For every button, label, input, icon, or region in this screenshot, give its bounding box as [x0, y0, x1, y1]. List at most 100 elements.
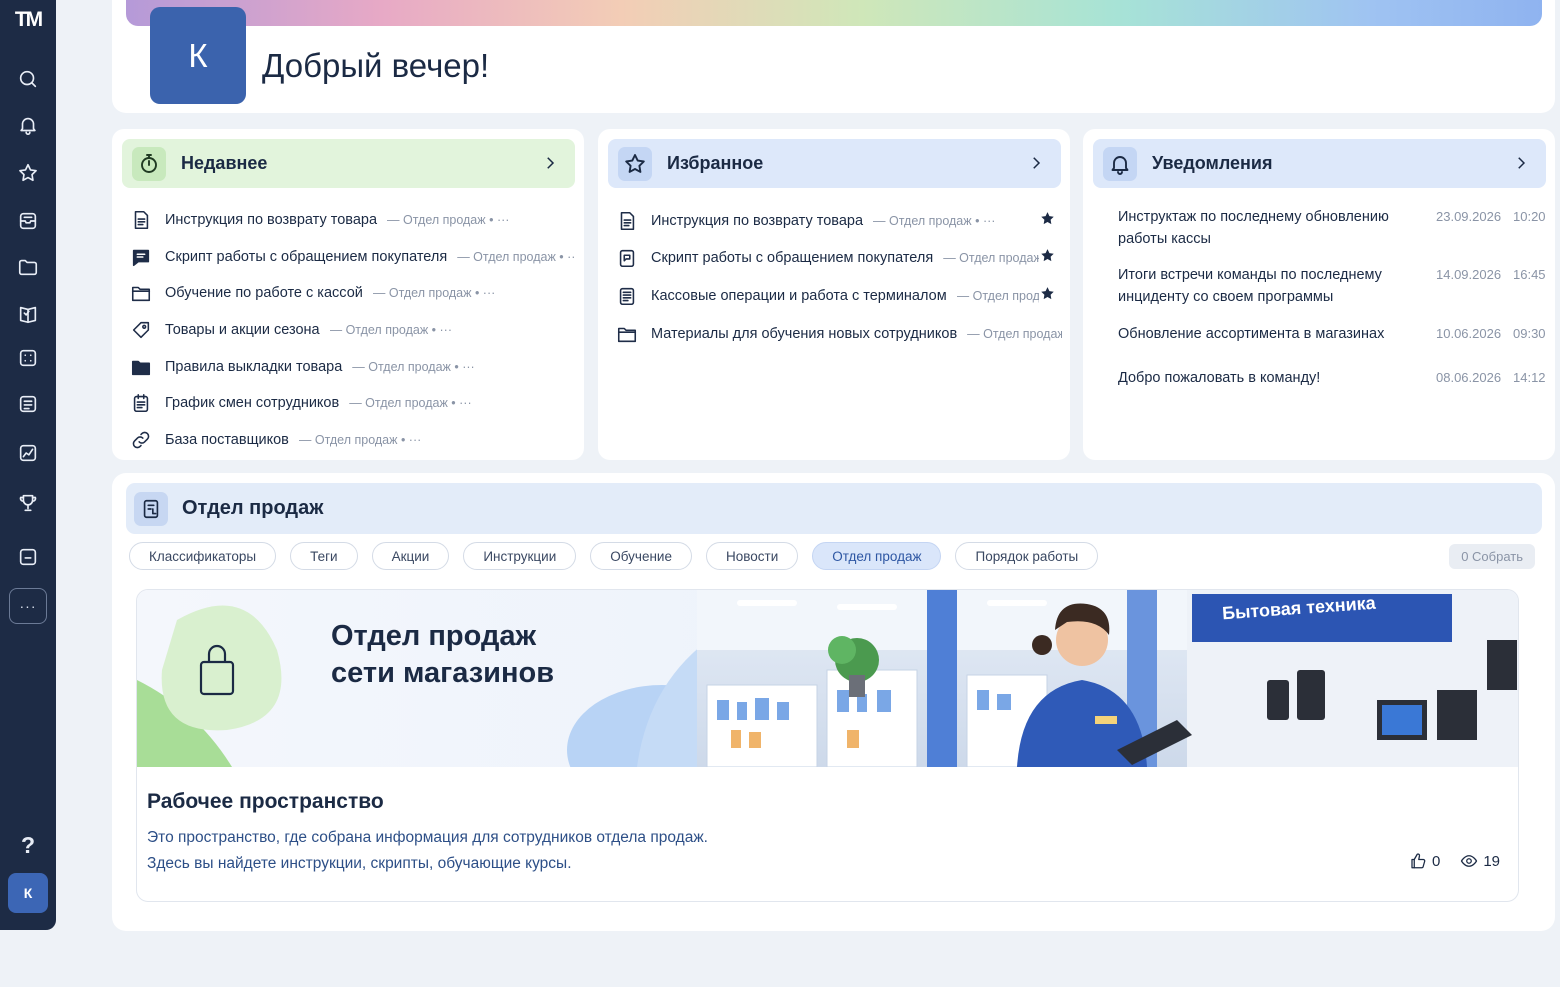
- list-item[interactable]: Скрипт работы с обращением покупателя — …: [616, 240, 1062, 278]
- item-meta: — Отдел продаж • ···: [387, 213, 510, 228]
- notification-item[interactable]: Добро пожаловать в команду! 08.06.2026 1…: [1101, 367, 1547, 407]
- favorites-title: Избранное: [667, 153, 764, 173]
- workspace-stats: 0 19: [1409, 852, 1500, 870]
- notification-date: 23.09.2026: [1436, 209, 1502, 224]
- views-count: 19: [1483, 852, 1500, 870]
- section-doc-icon: [134, 491, 168, 526]
- favorites-list: Инструкция по возврату товара — Отдел пр…: [616, 202, 1062, 352]
- workspace-banner: Бытовая техника Отдел продаж сети магази…: [137, 590, 1518, 767]
- list-item[interactable]: Обучение по работе с кассой — Отдел прод…: [130, 275, 576, 312]
- notification-date: 10.06.2026: [1436, 326, 1502, 341]
- collapse-button[interactable]: 0 Собрать: [1449, 544, 1535, 569]
- item-meta: — Отдел продаж • ···: [298, 432, 422, 447]
- item-meta: — Отдел продаж ···: [956, 288, 1039, 303]
- recent-card: Недавнее Инструкция по возврату товара —…: [112, 129, 584, 460]
- search-icon[interactable]: [9, 60, 47, 98]
- list-item[interactable]: База поставщиков — Отдел продаж • ···: [130, 422, 576, 459]
- chip-promotions[interactable]: Акции: [371, 542, 450, 570]
- calendar-icon: [130, 392, 152, 414]
- list-item[interactable]: График смен сотрудников — Отдел продаж •…: [130, 385, 576, 422]
- grid-icon[interactable]: [9, 339, 47, 377]
- chip-sales-dept[interactable]: Отдел продаж: [812, 542, 942, 570]
- chevron-right-icon[interactable]: [541, 154, 559, 177]
- profile-avatar[interactable]: К: [150, 7, 246, 104]
- notification-item[interactable]: Итоги встречи команды по последнему инци…: [1101, 264, 1547, 323]
- chip-training[interactable]: Обучение: [590, 542, 692, 570]
- chart-icon[interactable]: [9, 434, 47, 472]
- bell-icon[interactable]: [9, 106, 47, 144]
- list-item[interactable]: Материалы для обучения новых сотрудников…: [616, 315, 1062, 353]
- more-button[interactable]: ···: [9, 588, 47, 624]
- folder-icon[interactable]: [9, 248, 47, 286]
- bell-icon: [1103, 146, 1137, 181]
- notifications-header[interactable]: Уведомления: [1093, 139, 1546, 188]
- item-title: Правила выкладки товара: [165, 358, 343, 375]
- notification-time: 09:30: [1513, 326, 1546, 341]
- chevron-right-icon[interactable]: [1027, 154, 1045, 177]
- help-icon[interactable]: ?: [21, 832, 35, 859]
- notification-item[interactable]: Обновление ассортимента в магазинах 10.0…: [1101, 323, 1547, 367]
- chip-work-order[interactable]: Порядок работы: [955, 542, 1099, 570]
- stopwatch-icon: [132, 146, 166, 181]
- greeting-banner: К Добрый вечер!: [112, 0, 1555, 113]
- folder-icon: [130, 282, 152, 304]
- favorites-header[interactable]: Избранное: [608, 139, 1061, 188]
- item-title: Обучение по работе с кассой: [165, 285, 363, 302]
- notification-item[interactable]: Инструктаж по последнему обновлению рабо…: [1101, 206, 1547, 264]
- tag-icon: [130, 319, 152, 341]
- notification-time: 10:20: [1513, 209, 1546, 224]
- item-meta: — Отдел продаж ·: [943, 251, 1039, 266]
- book-icon[interactable]: [9, 295, 47, 333]
- list-icon[interactable]: [9, 385, 47, 423]
- description-line: Здесь вы найдете инструкции, скрипты, об…: [147, 855, 572, 872]
- item-title: Кассовые операции и работа с терминалом: [651, 287, 947, 304]
- chip-instructions[interactable]: Инструкции: [463, 542, 577, 570]
- notification-title: Итоги встречи команды по последнему инци…: [1118, 267, 1382, 305]
- recent-list: Инструкция по возврату товара — Отдел пр…: [130, 202, 576, 458]
- thumbs-up-icon: [1411, 853, 1426, 869]
- chip-tags[interactable]: Теги: [290, 542, 358, 570]
- chevron-right-icon[interactable]: [1512, 154, 1530, 177]
- star-icon[interactable]: [9, 154, 47, 192]
- item-title: Инструкция по возврату товара: [165, 212, 378, 229]
- document-icon: [130, 209, 152, 231]
- chip-classifiers[interactable]: Классификаторы: [129, 542, 277, 570]
- list-item[interactable]: Инструкция по возврату товара — Отдел пр…: [616, 202, 1062, 240]
- trophy-icon[interactable]: [9, 484, 47, 522]
- item-meta: — Отдел продаж • ···: [349, 396, 472, 411]
- archive-icon[interactable]: [9, 538, 47, 576]
- inbox-icon[interactable]: [9, 202, 47, 240]
- star-filled-icon[interactable]: [1039, 210, 1056, 232]
- star-icon: [618, 146, 652, 181]
- chip-news[interactable]: Новости: [705, 542, 799, 570]
- likes-count: 0: [1431, 852, 1441, 870]
- chat-icon: [130, 246, 152, 268]
- list-item[interactable]: Правила выкладки товара — Отдел продаж •…: [130, 348, 576, 385]
- section-header: Отдел продаж: [126, 483, 1542, 534]
- like-button[interactable]: 0: [1409, 852, 1440, 870]
- list-item[interactable]: Кассовые операции и работа с терминалом …: [616, 277, 1062, 315]
- user-avatar[interactable]: К: [8, 873, 48, 913]
- workspace-card[interactable]: Бытовая техника Отдел продаж сети магази…: [136, 589, 1519, 902]
- item-title: Инструкция по возврату товара: [651, 212, 864, 229]
- app-logo[interactable]: TM: [15, 8, 43, 34]
- star-filled-icon[interactable]: [1039, 247, 1056, 269]
- folder-icon: [616, 323, 638, 345]
- gradient-bar: [126, 0, 1542, 26]
- views-indicator: 19: [1460, 852, 1500, 870]
- item-title: Скрипт работы с обращением покупателя: [165, 248, 448, 265]
- item-title: Материалы для обучения новых сотрудников: [651, 325, 958, 342]
- item-title: График смен сотрудников: [165, 395, 340, 412]
- list-item[interactable]: Инструкция по возврату товара — Отдел пр…: [130, 202, 576, 239]
- item-meta: — Отдел продаж • ···: [967, 326, 1062, 341]
- notification-date: 14.09.2026: [1436, 267, 1502, 282]
- star-filled-icon[interactable]: [1039, 285, 1056, 307]
- item-title: База поставщиков: [165, 431, 289, 448]
- list-item[interactable]: Скрипт работы с обращением покупателя — …: [130, 239, 576, 276]
- recent-header[interactable]: Недавнее: [122, 139, 575, 188]
- item-title: Товары и акции сезона: [165, 322, 320, 339]
- banner-title-line1: Отдел продаж: [331, 620, 537, 652]
- item-meta: — Отдел продаж • ···: [352, 359, 475, 374]
- list-item[interactable]: Товары и акции сезона — Отдел продаж • ·…: [130, 312, 576, 349]
- item-meta: — Отдел продаж • ···: [372, 286, 496, 301]
